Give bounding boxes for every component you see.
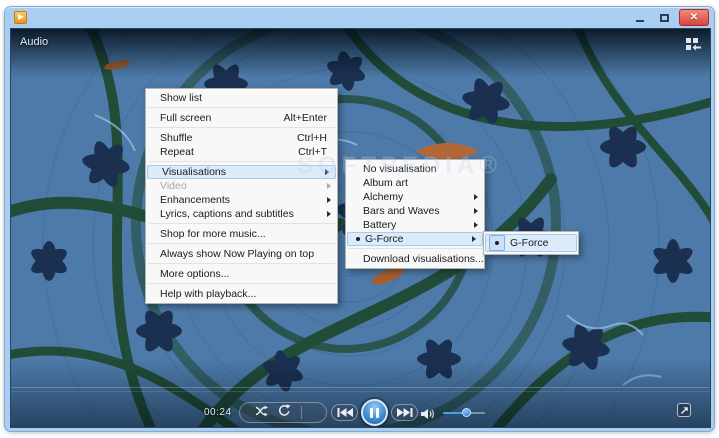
menu-item-label: Lyrics, captions and subtitles [160,208,294,220]
menu-item-album-art[interactable]: Album art [346,176,484,190]
menu-item-label: More options... [160,268,229,280]
view-full-screen-button[interactable] [677,403,691,417]
menu-separator [148,161,335,162]
menu-item-label: G-Force [365,233,404,245]
menu-item-g-force[interactable]: G-Force [347,232,483,246]
previous-icon [337,408,353,417]
menu-item-alchemy[interactable]: Alchemy [346,190,484,204]
menu-item-help-with-playback[interactable]: Help with playback... [146,287,337,301]
pause-icon [376,408,379,418]
submenu-arrow-icon [474,194,478,200]
menu-item-show-list[interactable]: Show list [146,91,337,105]
switch-to-library-icon [685,37,701,51]
menu-item-label: Album art [363,177,408,189]
menu-item-g-force[interactable]: G-Force [485,234,577,252]
submenu-arrow-icon [327,183,331,189]
menu-separator [148,107,335,108]
seek-bar[interactable] [11,387,710,392]
minimize-icon [636,20,644,22]
visualisations-submenu: No visualisation Album art Alchemy Bars and… [345,159,485,269]
submenu-arrow-icon [474,222,478,228]
menu-item-label: No visualisation [363,163,437,175]
menu-item-download-visualisations[interactable]: Download visualisations... [346,252,484,266]
switch-to-library-button[interactable] [685,37,701,56]
speaker-icon [421,408,436,420]
menu-item-no-visualisation[interactable]: No visualisation [346,162,484,176]
menu-item-label: G-Force [510,237,549,249]
menu-item-bars-and-waves[interactable]: Bars and Waves [346,204,484,218]
submenu-arrow-icon [327,197,331,203]
maximize-icon [660,14,669,22]
elapsed-time: 00:24 [204,407,232,418]
submenu-arrow-icon [325,169,329,175]
wmp-app-icon [14,11,27,24]
submenu-arrow-icon [472,236,476,242]
full-screen-icon [680,406,689,415]
menu-item-label: Video [160,180,187,192]
pause-icon [370,408,373,418]
repeat-button[interactable] [278,404,291,422]
menu-shortcut: Ctrl+T [298,146,327,158]
gforce-submenu: G-Force [483,231,579,255]
radio-bullet-icon [489,235,505,251]
menu-item-lyrics-captions-and-subtitles[interactable]: Lyrics, captions and subtitles [146,207,337,221]
previous-button[interactable] [331,404,358,421]
next-button[interactable] [391,404,418,421]
shuffle-repeat-stop-group [239,402,327,423]
menu-shortcut: Alt+Enter [284,112,327,124]
menu-item-label: Battery [363,219,396,231]
context-menu: Show list Full screen Alt+Enter Shuffle Ctrl… [145,88,338,304]
next-icon [397,408,413,417]
mute-button[interactable] [421,407,436,425]
menu-item-repeat[interactable]: Repeat Ctrl+T [146,145,337,159]
menu-item-label: Full screen [160,112,211,124]
menu-item-label: Bars and Waves [363,205,440,217]
menu-item-enhancements[interactable]: Enhancements [146,193,337,207]
menu-item-label: Help with playback... [160,288,256,300]
menu-separator [148,223,335,224]
menu-item-shop-for-more-music[interactable]: Shop for more music... [146,227,337,241]
menu-item-label: Repeat [160,146,194,158]
menu-separator [348,248,482,249]
volume-thumb[interactable] [462,408,471,417]
menu-shortcut: Ctrl+H [297,132,327,144]
minimize-button[interactable] [629,9,651,26]
menu-item-more-options[interactable]: More options... [146,267,337,281]
mode-label: Audio [20,36,48,48]
shuffle-icon [255,405,269,417]
close-icon: ✕ [690,12,698,23]
menu-item-label: Enhancements [160,194,230,206]
menu-item-shuffle[interactable]: Shuffle Ctrl+H [146,131,337,145]
submenu-arrow-icon [327,211,331,217]
menu-item-label: Alchemy [363,191,403,203]
repeat-icon [278,404,291,417]
menu-item-video: Video [146,179,337,193]
menu-item-label: Show list [160,92,202,104]
shuffle-button[interactable] [255,404,269,422]
menu-separator [148,263,335,264]
pause-button[interactable] [361,399,388,426]
menu-separator [148,127,335,128]
menu-item-visualisations[interactable]: Visualisations [147,165,336,179]
menu-item-label: Shop for more music... [160,228,266,240]
maximize-button[interactable] [653,9,675,26]
menu-separator [148,243,335,244]
menu-item-full-screen[interactable]: Full screen Alt+Enter [146,111,337,125]
controls-divider [301,406,302,419]
close-button[interactable]: ✕ [679,9,709,26]
radio-bullet-icon [354,235,362,243]
menu-item-label: Always show Now Playing on top [160,248,314,260]
menu-item-label: Download visualisations... [363,253,484,265]
title-bar[interactable]: ✕ [5,7,714,28]
menu-item-battery[interactable]: Battery [346,218,484,232]
menu-item-label: Shuffle [160,132,193,144]
menu-separator [148,283,335,284]
volume-slider[interactable] [443,407,485,419]
submenu-arrow-icon [474,208,478,214]
playback-controls: 00:24 [11,399,711,428]
menu-item-always-show-now-playing-on-top[interactable]: Always show Now Playing on top [146,247,337,261]
menu-item-label: Visualisations [162,166,226,178]
